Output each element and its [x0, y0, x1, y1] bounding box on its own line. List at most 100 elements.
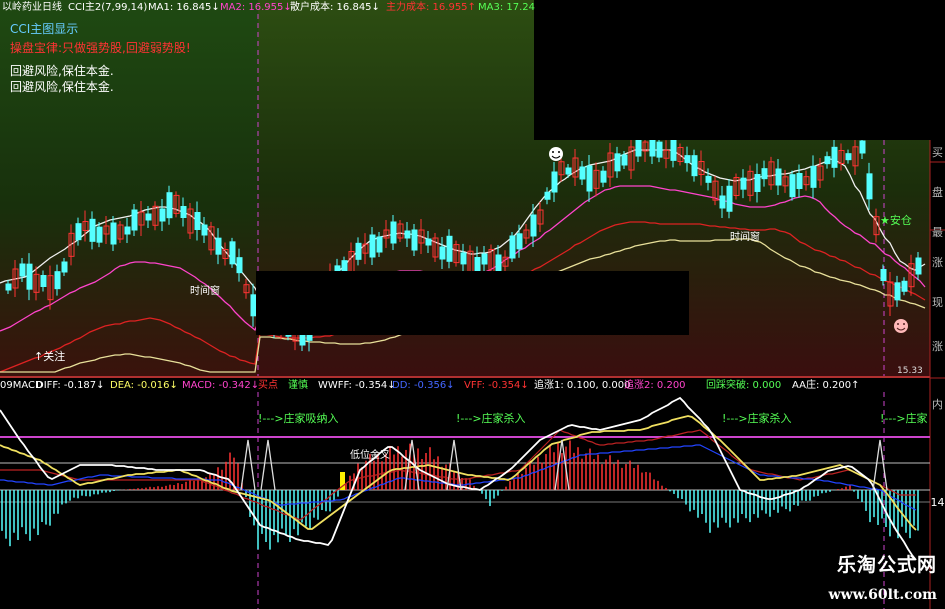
candle-body [670, 138, 677, 161]
candle-body [565, 167, 572, 175]
signal-label-4: !--->庄家 [880, 412, 928, 425]
retail-cost-value: 散户成本: 16.845↓ [290, 2, 380, 13]
candle-body [369, 234, 376, 258]
candle-body [705, 175, 712, 183]
vff-value: VFF: -0.354↓ [464, 380, 529, 391]
candle-body [194, 212, 201, 230]
candle-body [684, 155, 691, 164]
candle-body [719, 195, 726, 209]
candle-body [446, 235, 453, 262]
candle-body [236, 257, 243, 274]
time-window-label-2: 时间窗 [730, 232, 760, 243]
right-axis-label-2: 盘 [932, 186, 943, 199]
candle-body [516, 233, 523, 250]
candle-body [89, 218, 96, 242]
smiley-eye-right-2 [903, 323, 905, 325]
stock-title: 以岭药业日线 [2, 2, 62, 13]
candle-body [824, 156, 831, 165]
candle-body [691, 155, 698, 177]
candle-body [656, 141, 663, 158]
candle-body [215, 237, 222, 255]
ma2-value: MA2: 16.955↓ [220, 2, 292, 13]
ma3-value: MA3: 17.24 [478, 2, 536, 13]
candle-body [404, 230, 411, 239]
occluded-region-top-right [534, 0, 945, 140]
candle-body [614, 153, 621, 172]
wwff-value: WWFF: -0.354↓ [318, 380, 396, 391]
candle-body [635, 139, 642, 157]
candle-body [131, 209, 138, 231]
candle-body [845, 153, 852, 161]
candle-body [355, 242, 362, 260]
site-watermark-url: www.60lt.com [828, 587, 937, 603]
candle-body [740, 177, 747, 190]
candle-body [75, 223, 82, 241]
cci-parameters: CCI主2(7,99,14) [68, 2, 148, 13]
candle-body [579, 166, 586, 180]
chase2-value: 追涨2: 0.200 [624, 380, 686, 391]
right-axis-value: 14 [930, 496, 945, 509]
signal-label-2: !--->庄家杀入 [456, 412, 526, 425]
candle-body [5, 283, 12, 291]
candle-body [495, 254, 502, 272]
smiley-icon [549, 147, 563, 161]
buy-point-label: 买点 [258, 380, 278, 391]
candle-body [901, 280, 908, 292]
candle-body [551, 171, 558, 193]
candle-body [201, 224, 208, 236]
golden-cross-label: 低位金叉 [350, 450, 390, 461]
candle-body [789, 174, 796, 198]
candle-body [96, 226, 103, 243]
candle-body [866, 173, 873, 200]
candle-body [796, 173, 803, 189]
signal-label-3: !--->庄家杀入 [722, 412, 792, 425]
candle-body [159, 208, 166, 222]
dd-value: DD: -0.356↓ [392, 380, 455, 391]
candle-body [341, 260, 348, 272]
candle-body [61, 261, 68, 273]
candle-body [19, 263, 26, 277]
stock-chart-window: 以岭药业日线 CCI主2(7,99,14) MA1: 16.845↓ MA2: … [0, 0, 945, 609]
candle-body [600, 170, 607, 183]
candle-body [40, 275, 47, 287]
candle-body [390, 221, 397, 244]
candle-body [754, 174, 761, 192]
caution-label: 谨慎 [288, 380, 308, 391]
candle-body [509, 235, 516, 259]
right-axis-label-3: 最 [932, 226, 943, 239]
candle-body [439, 246, 446, 260]
signal-label-1: !--->庄家吸纳入 [258, 412, 339, 425]
candle-body [110, 222, 117, 245]
candle-body [26, 263, 33, 290]
candle-body [726, 185, 733, 212]
candle-body [124, 226, 131, 235]
candle-body [481, 253, 488, 265]
candle-body [586, 165, 593, 192]
risk-note-2: 回避风险,保住本金. [10, 80, 114, 94]
candle-body [810, 165, 817, 188]
right-axis-label-1: 买 [932, 146, 943, 159]
candle-body [530, 214, 537, 237]
smiley-eye-right [558, 151, 560, 153]
candle-body [229, 241, 236, 265]
candle-body [915, 257, 922, 275]
ma1-value: MA1: 16.845↓ [148, 2, 220, 13]
candle-body [831, 146, 838, 168]
diff-value: DIFF: -0.187↓ [36, 380, 105, 391]
candle-body [411, 229, 418, 251]
candle-body [54, 271, 61, 290]
candle-body [460, 252, 467, 265]
trading-rule-text: 操盘宝律:只做强势股,回避弱势股! [10, 41, 191, 55]
risk-note-1: 回避风险,保住本金. [10, 64, 114, 78]
aa-value: AA庄: 0.200↑ [792, 380, 860, 391]
watch-marker: ↑关注 [34, 350, 66, 363]
occluded-region-center [256, 271, 689, 335]
candle-body [621, 154, 628, 166]
candle-body [180, 206, 187, 218]
chase1-value: 追涨1: 0.100, 0.000 [534, 380, 631, 391]
candle-body [775, 168, 782, 186]
candle-body [544, 191, 551, 200]
candle-body [859, 140, 866, 154]
macd-value: MACD: -0.342↓ [182, 380, 260, 391]
candle-body [145, 213, 152, 221]
